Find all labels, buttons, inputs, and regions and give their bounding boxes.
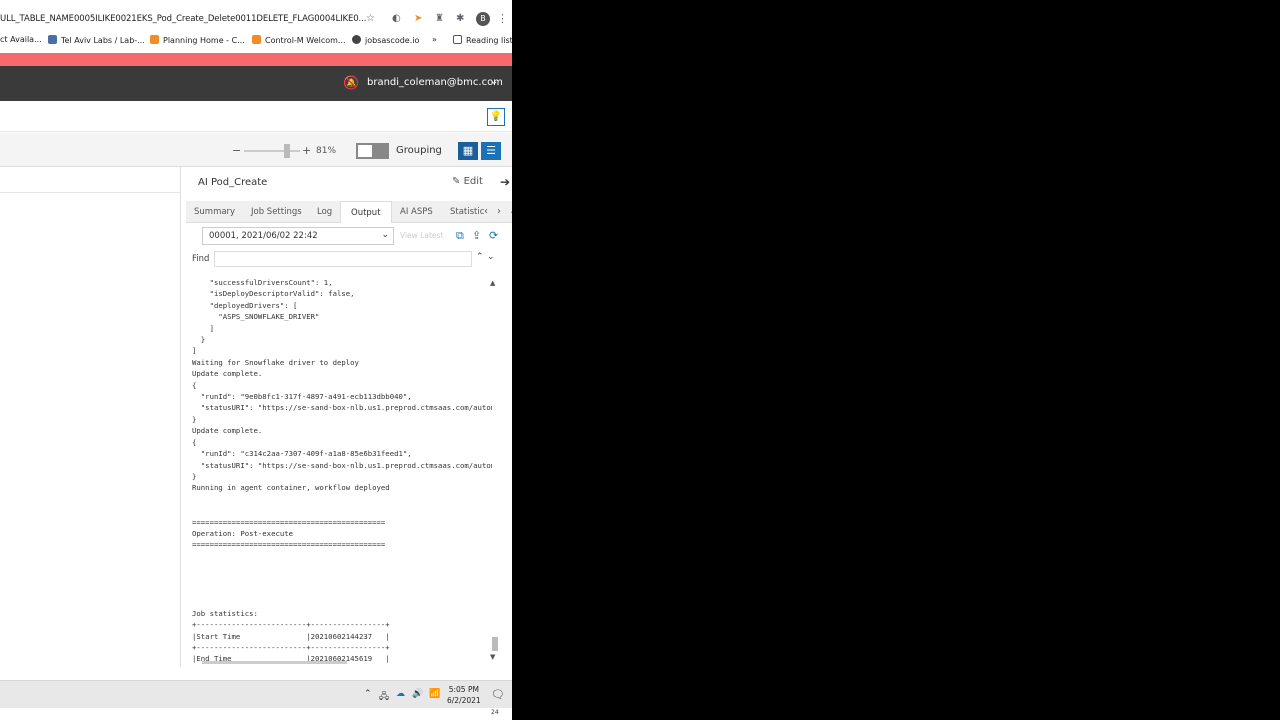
tab-statistics[interactable]: Statistic (450, 201, 484, 223)
toggle-knob (358, 145, 372, 157)
tab-job-settings[interactable]: Job Settings (251, 201, 302, 223)
chevron-up-icon[interactable]: ⌃ (364, 689, 372, 699)
scroll-thumb[interactable] (492, 637, 498, 651)
run-select-value: 00001, 2021/06/02 22:42 (209, 231, 318, 241)
notifications-off-icon[interactable]: 🔕 (343, 76, 359, 91)
puzzle-icon[interactable]: ✱ (456, 13, 464, 24)
bookmark-item[interactable]: Control-M Welcom... (252, 35, 346, 45)
vertical-scrollbar[interactable]: ▲ ▼ (490, 279, 500, 663)
edit-button[interactable]: ✎ Edit (452, 176, 483, 187)
clock[interactable]: 5:05 PM 6/2/2021 (447, 684, 481, 706)
pencil-icon: ✎ (452, 176, 461, 187)
reading-list[interactable]: Reading list (453, 35, 512, 45)
profile-avatar[interactable]: B (476, 12, 490, 26)
clock-time: 5:05 PM (448, 685, 479, 694)
star-icon[interactable]: ☆ (366, 13, 375, 24)
chevron-down-icon[interactable]: ⌄ (490, 76, 498, 87)
bookmark-item[interactable]: Tel Aviv Labs / Lab-... (48, 35, 145, 45)
detail-tabs: Summary Job Settings Log Output AI ASPS … (186, 201, 512, 223)
job-details-pane: AI Pod_Create ✎ Edit ➔ Summary Job Setti… (182, 167, 512, 667)
chevron-right-icon[interactable]: › (497, 201, 501, 223)
grouping-label: Grouping (396, 145, 442, 156)
lightbulb-icon[interactable]: 💡 (487, 108, 505, 126)
view-toolbar: − + 81% Grouping ▦ ☰ (0, 133, 512, 167)
chevron-down-icon: ⌄ (381, 230, 389, 240)
horizontal-scrollbar[interactable] (202, 661, 492, 665)
refresh-icon[interactable]: ⟳ (489, 229, 498, 242)
bookmarks-bar: ct Availa... Tel Aviv Labs / Lab-... Pla… (0, 31, 512, 50)
grid-view-icon[interactable]: ▦ (458, 142, 478, 160)
url-text[interactable]: ULL_TABLE_NAME0005ILIKE0021EKS_Pod_Creat… (0, 14, 366, 24)
job-list-pane (0, 167, 181, 667)
scroll-up-icon[interactable]: ▲ (490, 279, 495, 287)
find-label: Find (192, 254, 210, 264)
browser-address-bar[interactable]: ULL_TABLE_NAME0005ILIKE0021EKS_Pod_Creat… (0, 12, 512, 30)
top-toolbar: 💡 (0, 101, 512, 132)
tab-log[interactable]: Log (317, 201, 332, 223)
output-text: "successfulDriversCount": 1, "isDeployDe… (192, 278, 492, 663)
zoom-slider-thumb[interactable] (284, 144, 290, 158)
zoom-slider-track[interactable] (244, 150, 300, 152)
network-icon[interactable]: 🖧 (379, 689, 389, 705)
wifi-icon[interactable]: 📶 (429, 689, 440, 699)
notification-count: 24 (491, 709, 499, 717)
chevron-left-icon[interactable]: ‹ (484, 201, 488, 223)
bookmark-item[interactable]: jobsascode.io (352, 35, 419, 45)
bookmark-favicon-icon (48, 35, 57, 44)
find-prev-icon[interactable]: ⌃ (476, 252, 484, 262)
bookmark-extension-icon[interactable]: ➤ (414, 13, 422, 24)
bookmark-item[interactable]: ct Availa... (0, 35, 42, 44)
bookmark-favicon-icon (150, 35, 159, 44)
bookmark-favicon-icon (352, 35, 361, 44)
divider (0, 192, 181, 193)
kebab-menu-icon[interactable]: ⋮ (497, 12, 508, 25)
reading-list-icon (453, 35, 462, 44)
find-input[interactable] (214, 251, 472, 267)
grouping-toggle[interactable] (356, 143, 389, 159)
bookmark-favicon-icon (252, 35, 261, 44)
app-header: 🔕 brandi_coleman@bmc.com ⌄ (0, 66, 512, 101)
clock-date: 6/2/2021 (447, 696, 481, 705)
scroll-thumb[interactable] (202, 661, 347, 664)
list-view-icon[interactable]: ☰ (481, 142, 501, 160)
output-log[interactable]: "successfulDriversCount": 1, "isDeployDe… (186, 277, 492, 663)
speaker-icon[interactable]: 🔊 (412, 689, 423, 699)
zoom-level: 81% (316, 146, 337, 156)
notifications-icon[interactable]: 🗨24 (491, 688, 512, 716)
arrow-right-icon[interactable]: ➔ (500, 175, 510, 189)
zoom-out-button[interactable]: − (232, 144, 241, 157)
run-select[interactable]: 00001, 2021/06/02 22:42 ⌄ (202, 227, 394, 245)
tab-ai-asps[interactable]: AI ASPS (400, 201, 433, 223)
tab-summary[interactable]: Summary (194, 201, 235, 223)
user-menu[interactable]: brandi_coleman@bmc.com (367, 77, 503, 88)
cloud-icon[interactable]: ☁ (396, 689, 405, 699)
screen: ULL_TABLE_NAME0005ILIKE0021EKS_Pod_Creat… (0, 0, 512, 720)
view-latest-button[interactable]: View Latest (400, 231, 443, 240)
job-title: AI Pod_Create (198, 177, 268, 188)
bookmark-item[interactable]: Planning Home - C... (150, 35, 245, 45)
extension-icon[interactable]: ◐ (392, 13, 401, 24)
chevron-down-icon[interactable]: ⌄ (509, 201, 512, 223)
taskbar: ⌃ 🖧 ☁ 🔊 📶 5:05 PM 6/2/2021 🗨24 (0, 680, 512, 716)
alert-bar (0, 53, 512, 66)
scroll-down-icon[interactable]: ▼ (490, 653, 495, 661)
open-external-icon[interactable]: ⧉ (456, 229, 464, 243)
profile-extension-icon[interactable]: ♜ (435, 13, 444, 24)
upload-icon[interactable]: ⇪ (472, 229, 481, 242)
tab-output[interactable]: Output (340, 201, 392, 223)
zoom-in-button[interactable]: + (302, 144, 311, 157)
bookmarks-overflow[interactable]: » (432, 35, 437, 44)
find-next-icon[interactable]: ⌄ (487, 252, 495, 262)
